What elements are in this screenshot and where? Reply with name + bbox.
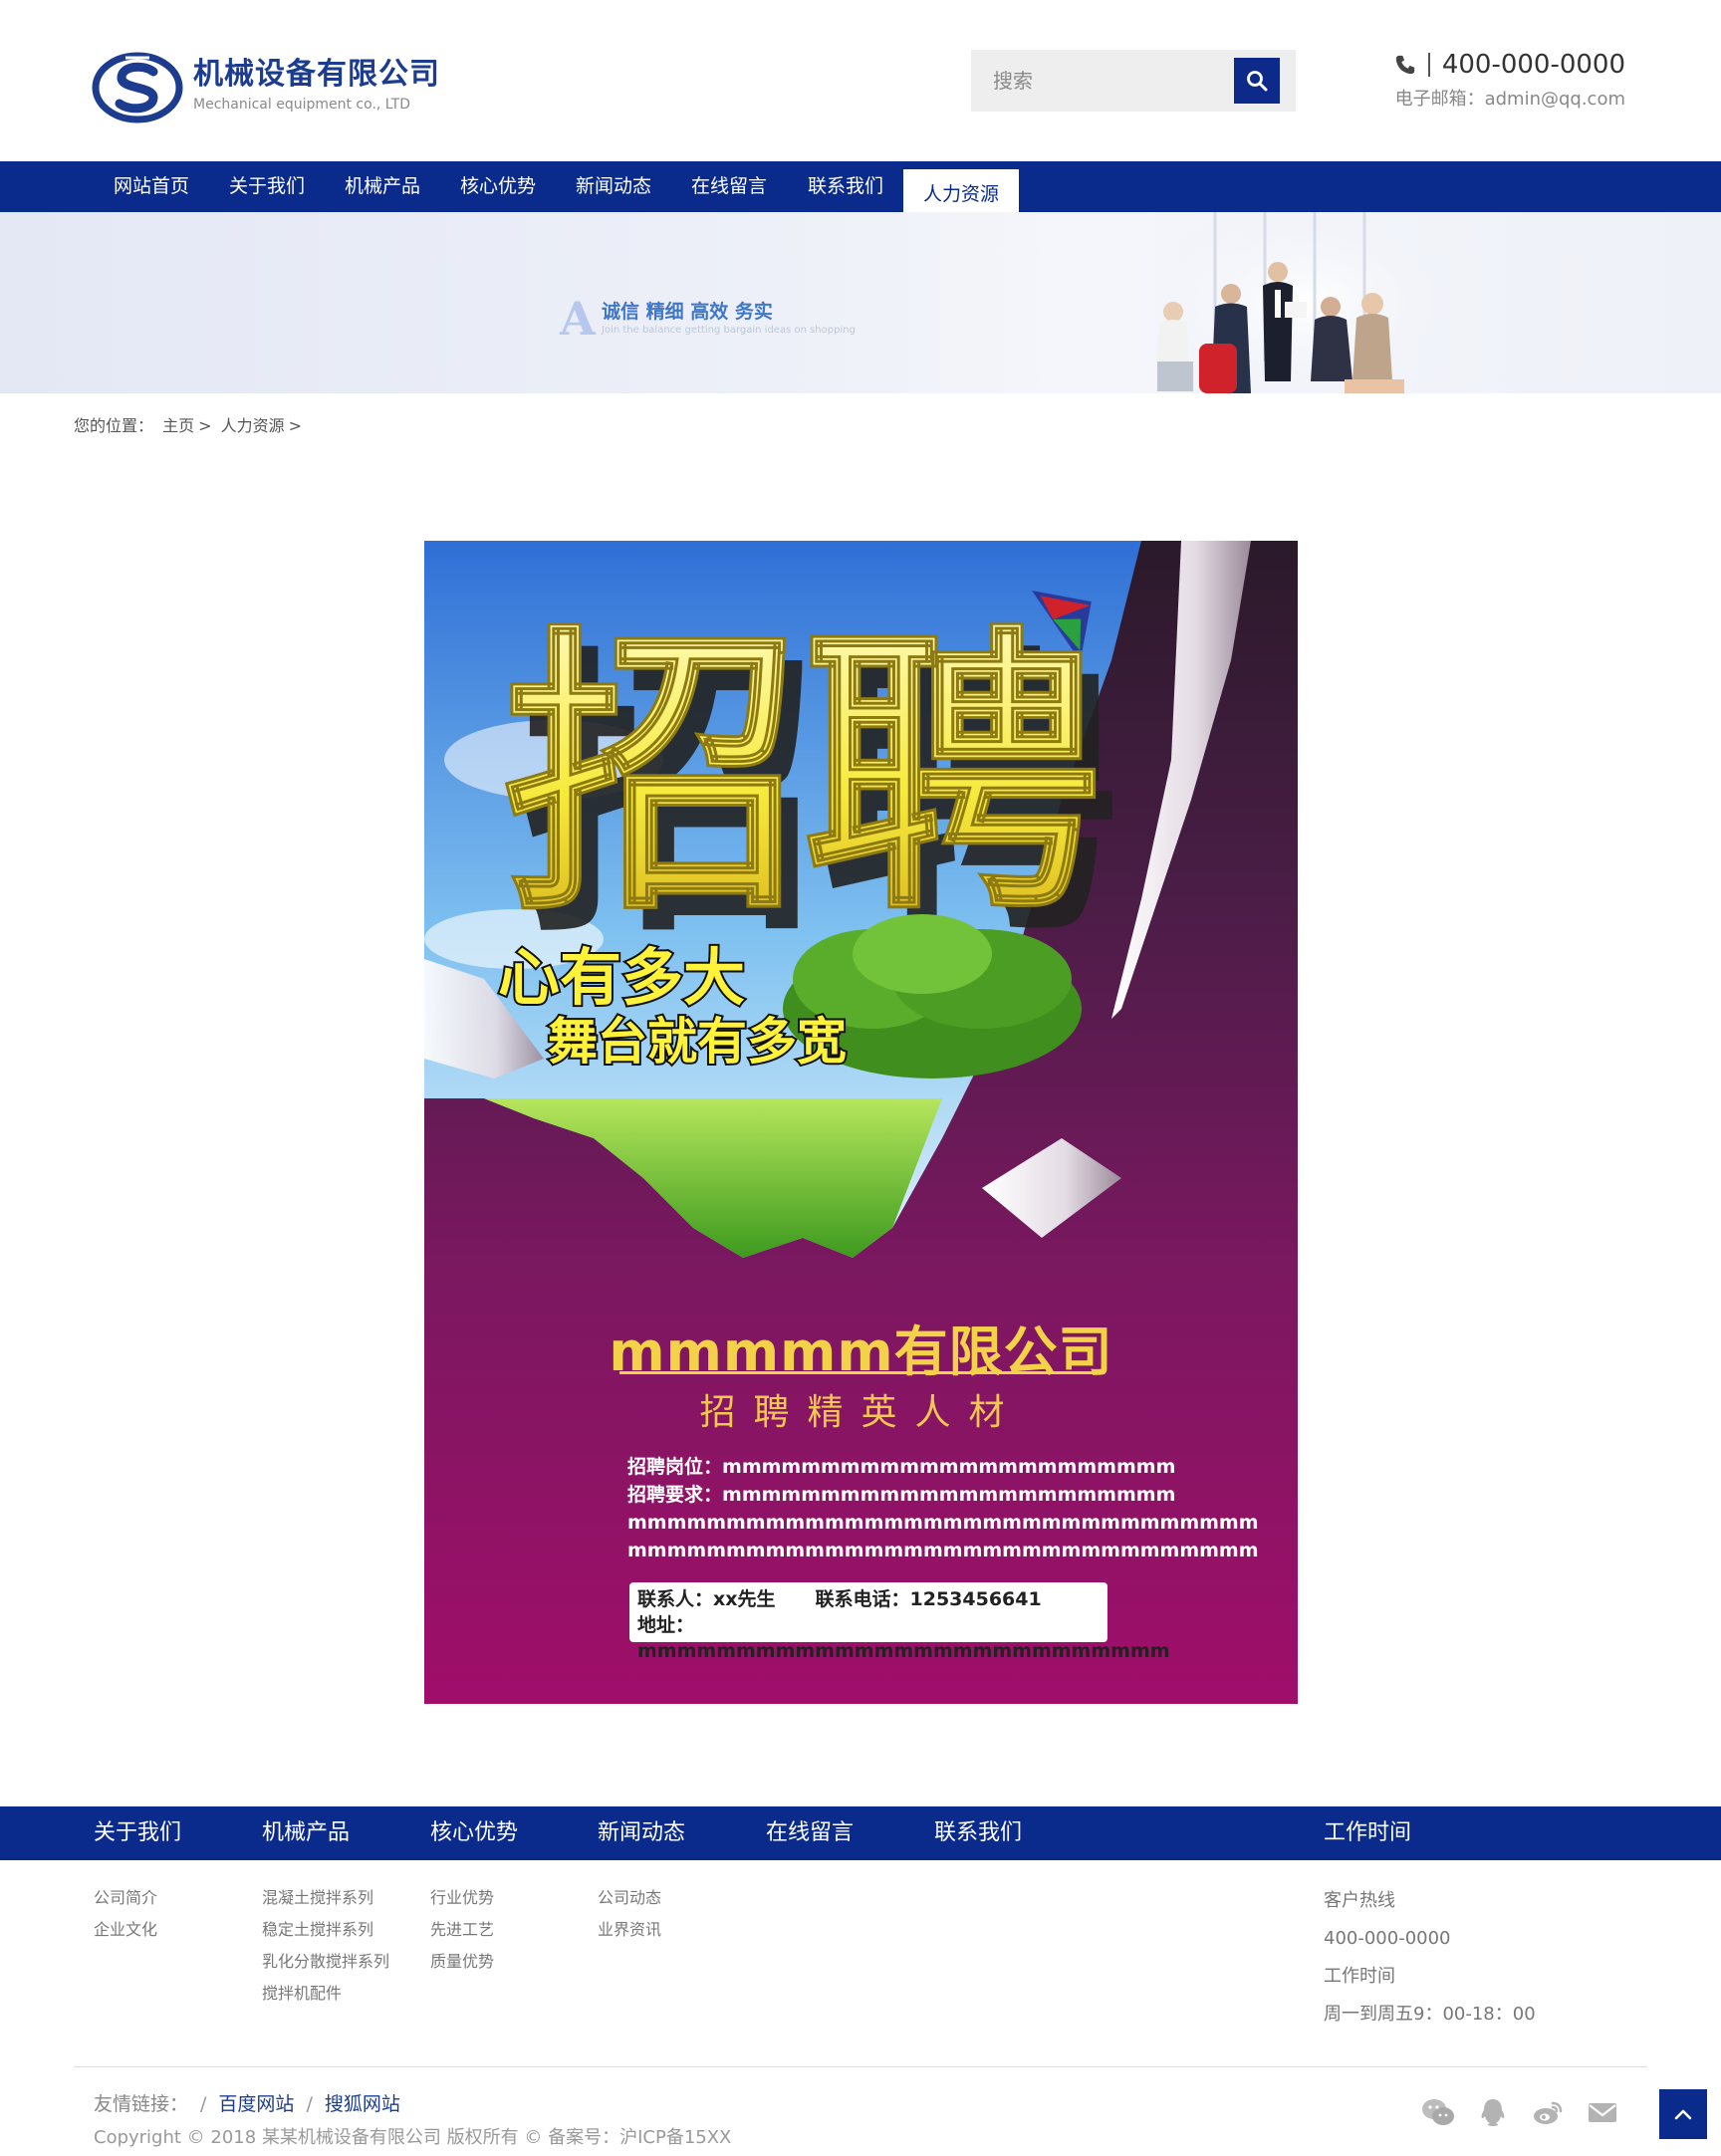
breadcrumb-label: 您的位置： [74,416,154,435]
requirement-value: mmmmmmmmmmmmmmmmmmmmmmm [722,1484,1176,1506]
business-team-photo [1155,212,1454,393]
company-logo[interactable] [92,52,183,123]
weibo-icon[interactable] [1531,2097,1565,2127]
breadcrumb: 您的位置： 主页 > 人力资源 > [74,414,306,438]
footer-col-about: 公司简介 企业文化 [94,1882,157,1946]
phone-separator [1427,53,1430,77]
nav-home[interactable]: 网站首页 [114,161,189,212]
footer-link[interactable]: 乳化分散搅拌系列 [262,1946,389,1978]
chevron-up-icon [1674,2109,1692,2120]
breadcrumb-separator: > [198,416,212,435]
banner-subtitle: Join the balance getting bargain ideas o… [602,325,856,336]
wechat-icon[interactable] [1421,2097,1455,2127]
footer-nav: 关于我们 机械产品 核心优势 新闻动态 在线留言 联系我们 工作时间 [0,1806,1721,1860]
banner-letter: A [560,292,596,346]
nav-about[interactable]: 关于我们 [229,161,305,212]
nav-news[interactable]: 新闻动态 [576,161,651,212]
search-box [971,50,1296,112]
footer-nav-products[interactable]: 机械产品 [262,1806,350,1860]
footer-link[interactable]: 混凝土搅拌系列 [262,1882,389,1914]
footer-divider [74,2066,1647,2067]
footer-nav-contact[interactable]: 联系我们 [934,1806,1022,1860]
footer-col-advantages: 行业优势 先进工艺 质量优势 [430,1882,494,1978]
phone-icon [1395,55,1414,75]
nav-message[interactable]: 在线留言 [691,161,767,212]
main-nav: 网站首页 关于我们 机械产品 核心优势 新闻动态 在线留言 联系我们 人力资源 [0,161,1721,219]
poster-contact-person: 联系人：xx先生 [637,1588,776,1610]
poster-company: mmmmm有限公司 [609,1320,1113,1383]
footer-nav-advantages[interactable]: 核心优势 [430,1806,518,1860]
logo-text: 机械设备有限公司 Mechanical equipment co., LTD [193,58,440,114]
footer-link[interactable]: 业界资讯 [598,1914,661,1946]
search-input[interactable] [971,50,1234,112]
friend-links: 友情链接： / 百度网站 / 搜狐网站 [94,2093,400,2115]
logo-title: 机械设备有限公司 [193,57,440,92]
friend-link-baidu[interactable]: 百度网站 [218,2093,294,2115]
mail-icon[interactable] [1586,2097,1619,2127]
friend-links-label: 友情链接： [94,2093,189,2115]
poster-address-label: 地址： [637,1614,695,1636]
friend-link-sohu[interactable]: 搜狐网站 [325,2093,400,2115]
recruitment-poster: 招聘 招聘 心有多大 舞台就有多宽 mmmmm有限公司 招聘精英人材 招聘岗位：… [424,541,1298,1704]
footer-link[interactable]: 稳定土搅拌系列 [262,1914,389,1946]
nav-advantages[interactable]: 核心优势 [460,161,536,212]
page-banner: A 诚信 精细 高效 务实 Join the balance getting b… [0,212,1721,393]
poster-contact-box: 联系人：xx先生 联系电话：1253456641 地址： mmmmmmmmmmmmm… [629,1582,1170,1662]
header-contact: 400-000-0000 电子邮箱：admin@qq.com [1394,48,1625,114]
poster-divider [619,1371,1098,1374]
footer-col-products: 混凝土搅拌系列 稳定土搅拌系列 乳化分散搅拌系列 搅拌机配件 [262,1882,389,2010]
poster-subtitle: 招聘精英人材 [699,1392,1023,1433]
footer-nav-news[interactable]: 新闻动态 [598,1806,685,1860]
footer-hotline-number: 400-000-0000 [1324,1928,1451,1949]
search-icon [1247,71,1268,92]
footer-link[interactable]: 质量优势 [430,1946,494,1978]
requirement-label: 招聘要求： [627,1484,723,1506]
header-email: 电子邮箱：admin@qq.com [1394,89,1625,110]
footer-link[interactable]: 公司简介 [94,1882,157,1914]
qq-icon[interactable] [1476,2097,1510,2127]
poster-address-value: mmmmmmmmmmmmmmmmmmmmmmmmmmm [637,1640,1170,1662]
poster-details: 招聘岗位：mmmmmmmmmmmmmmmmmmmmmmm 招聘要求：mmmmmm… [627,1453,1259,1564]
detail-line-3: mmmmmmmmmmmmmmmmmmmmmmmmmmmmmmmm [627,1512,1259,1534]
detail-line-4: mmmmmmmmmmmmmmmmmmmmmmmmmmmmmmmm [627,1540,1259,1561]
footer-link[interactable]: 公司动态 [598,1882,661,1914]
footer-link[interactable]: 搅拌机配件 [262,1978,389,2010]
footer-link[interactable]: 企业文化 [94,1914,157,1946]
footer-nav-hours: 工作时间 [1324,1820,1412,1845]
poster-headline-art: 招聘 招聘 [503,601,1120,973]
breadcrumb-home[interactable]: 主页 [162,416,194,435]
nav-contact[interactable]: 联系我们 [808,161,883,212]
footer-link[interactable]: 行业优势 [430,1882,494,1914]
banner-slogan: 诚信 精细 高效 务实 [602,301,773,323]
footer-hours-value: 周一到周五9：00-18：00 [1324,2004,1536,2025]
footer-nav-message[interactable]: 在线留言 [766,1806,854,1860]
footer-col-news: 公司动态 业界资讯 [598,1882,661,1946]
hotline: 400-000-0000 [1394,48,1625,82]
site-header: 机械设备有限公司 Mechanical equipment co., LTD 4… [0,0,1721,161]
copyright: Copyright © 2018 某某机械设备有限公司 版权所有 © 备案号：沪… [94,2127,732,2148]
footer-work-info: 客户热线 400-000-0000 工作时间 周一到周五9：00-18：00 [1324,1882,1536,2034]
logo-subtitle: Mechanical equipment co., LTD [193,97,411,113]
search-button[interactable] [1234,58,1280,104]
footer-hotline-label: 客户热线 [1324,1890,1395,1911]
tagline-2: 舞台就有多宽 [548,1013,847,1071]
back-to-top-button[interactable] [1659,2089,1707,2139]
position-value: mmmmmmmmmmmmmmmmmmmmmmm [722,1456,1176,1478]
breadcrumb-current[interactable]: 人力资源 [221,416,285,435]
footer-hours-label: 工作时间 [1324,1966,1395,1987]
poster-contact-phone: 联系电话：1253456641 [815,1588,1042,1610]
footer-nav-about[interactable]: 关于我们 [94,1806,181,1860]
position-label: 招聘岗位： [627,1456,723,1478]
breadcrumb-separator: > [288,416,303,435]
headline-text: 招聘 [504,602,1102,950]
footer-link[interactable]: 先进工艺 [430,1914,494,1946]
nav-products[interactable]: 机械产品 [345,161,420,212]
tagline-1: 心有多大 [498,941,745,1014]
hotline-number: 400-000-0000 [1441,50,1625,80]
